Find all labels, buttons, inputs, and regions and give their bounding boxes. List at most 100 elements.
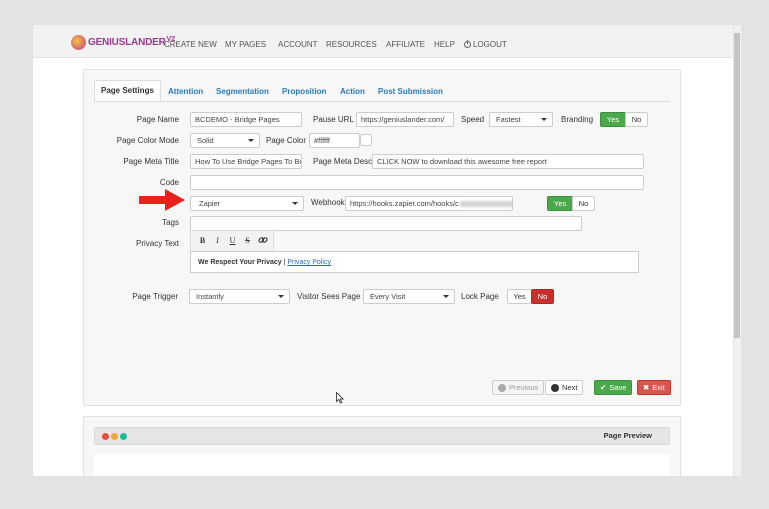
visitor-sees-page-select[interactable]: Every Visit bbox=[363, 289, 455, 304]
webhook-label: Webhook bbox=[311, 198, 345, 207]
speed-label: Speed bbox=[461, 115, 485, 124]
nav-account[interactable]: ACCOUNT bbox=[278, 40, 318, 49]
page-meta-title-label: Page Meta Title bbox=[123, 157, 179, 166]
check-icon: ✔ bbox=[600, 383, 607, 392]
yellow-dot-icon bbox=[111, 433, 118, 440]
link-icon bbox=[257, 237, 268, 243]
editor-toolbar: B I U S bbox=[190, 230, 274, 251]
page-name-label: Page Name bbox=[136, 115, 179, 124]
tab-action[interactable]: Action bbox=[340, 83, 365, 101]
chevron-down-icon bbox=[292, 202, 298, 205]
nav-affiliate[interactable]: AFFILIATE bbox=[386, 40, 425, 49]
mouse-cursor-icon bbox=[336, 392, 344, 404]
chevron-down-icon bbox=[278, 295, 284, 298]
lock-page-label: Lock Page bbox=[461, 292, 499, 301]
tab-segmentation[interactable]: Segmentation bbox=[216, 83, 269, 101]
page-preview-panel: Page Preview bbox=[83, 416, 681, 476]
previous-button[interactable]: Previous bbox=[492, 380, 545, 395]
color-swatch[interactable] bbox=[360, 134, 372, 146]
code-input[interactable] bbox=[190, 175, 644, 190]
page-color-mode-value: Solid bbox=[197, 136, 214, 145]
lock-page-yes-button[interactable]: Yes bbox=[507, 289, 532, 304]
tab-attention[interactable]: Attention bbox=[168, 83, 203, 101]
webhook-yes-button[interactable]: Yes bbox=[547, 196, 573, 211]
link-button[interactable] bbox=[256, 235, 269, 247]
speed-select[interactable]: Fastest bbox=[489, 112, 553, 127]
nav-logout[interactable]: LOGOUT bbox=[464, 40, 507, 49]
preview-body bbox=[94, 454, 670, 476]
pause-url-input[interactable]: https://geniuslander.com/ bbox=[356, 112, 454, 127]
page-name-input[interactable]: BCDEMO - Bridge Pages bbox=[190, 112, 302, 127]
webhook-input[interactable]: https://hooks.zapier.com/hooks/c bbox=[345, 196, 513, 211]
save-button[interactable]: ✔ Save bbox=[594, 380, 633, 395]
red-dot-icon bbox=[102, 433, 109, 440]
code-label: Code bbox=[159, 178, 179, 187]
pause-url-label: Pause URL bbox=[313, 115, 354, 124]
red-arrow-annotation bbox=[139, 189, 185, 211]
logo-text: GENIUSLANDER bbox=[88, 36, 166, 48]
chevron-down-icon bbox=[541, 118, 547, 121]
logo[interactable]: GENIUSLANDER V2 bbox=[71, 33, 175, 51]
tab-proposition[interactable]: Proposition bbox=[282, 83, 326, 101]
italic-button[interactable]: I bbox=[211, 235, 224, 247]
top-navbar: GENIUSLANDER V2 CREATE NEW MY PAGES ACCO… bbox=[33, 25, 733, 58]
visitor-sees-page-label: Visitor Sees Page bbox=[297, 292, 361, 301]
chevron-down-icon bbox=[443, 295, 449, 298]
visitor-sees-page-value: Every Visit bbox=[370, 292, 406, 301]
logout-label: LOGOUT bbox=[473, 40, 507, 49]
page-color-input[interactable]: #ffffff bbox=[309, 133, 360, 148]
webhook-no-button[interactable]: No bbox=[572, 196, 595, 211]
page-meta-desc-input[interactable]: CLICK NOW to download this awesome free … bbox=[372, 154, 644, 169]
tags-label: Tags bbox=[162, 218, 179, 227]
next-button[interactable]: Next bbox=[545, 380, 584, 395]
page-color-mode-label: Page Color Mode bbox=[116, 136, 179, 145]
page-color-mode-select[interactable]: Solid bbox=[190, 133, 260, 148]
webhook-value: https://hooks.zapier.com/hooks/c bbox=[350, 199, 459, 208]
tab-divider bbox=[94, 101, 670, 102]
branding-no-button[interactable]: No bbox=[625, 112, 648, 127]
privacy-text-label: Privacy Text bbox=[136, 239, 179, 248]
preview-title: Page Preview bbox=[603, 431, 652, 440]
app-window: GENIUSLANDER V2 CREATE NEW MY PAGES ACCO… bbox=[33, 25, 741, 476]
arrow-right-icon bbox=[551, 383, 559, 392]
integration-select[interactable]: Zapier bbox=[190, 196, 304, 211]
tab-post-submission[interactable]: Post Submission bbox=[378, 83, 443, 101]
exit-button[interactable]: ✖ Exit bbox=[637, 380, 671, 395]
page-trigger-value: Instantly bbox=[196, 292, 224, 301]
page-trigger-select[interactable]: Instantly bbox=[189, 289, 290, 304]
settings-panel: Page Settings Attention Segmentation Pro… bbox=[83, 69, 681, 406]
page-meta-title-input[interactable]: How To Use Bridge Pages To Bc bbox=[190, 154, 302, 169]
lock-page-no-button[interactable]: No bbox=[531, 289, 554, 304]
power-icon bbox=[464, 40, 471, 48]
chevron-down-icon bbox=[248, 139, 254, 142]
privacy-text-bold: We Respect Your Privacy bbox=[198, 259, 282, 266]
branding-yes-button[interactable]: Yes bbox=[600, 112, 626, 127]
nav-help[interactable]: HELP bbox=[434, 40, 455, 49]
branding-label: Branding bbox=[561, 115, 594, 124]
previous-label: Previous bbox=[509, 383, 539, 392]
tags-input[interactable] bbox=[190, 216, 582, 231]
privacy-text-editor[interactable]: We Respect Your Privacy | Privacy Policy bbox=[190, 251, 639, 273]
green-dot-icon bbox=[120, 433, 127, 440]
speed-value: Fastest bbox=[496, 115, 521, 124]
lightbulb-brain-icon bbox=[71, 34, 86, 50]
scrollbar[interactable] bbox=[733, 25, 741, 476]
arrow-left-icon bbox=[498, 383, 506, 392]
exit-label: Exit bbox=[652, 383, 665, 392]
privacy-policy-link[interactable]: Privacy Policy bbox=[287, 259, 331, 266]
nav-create-new[interactable]: CREATE NEW bbox=[164, 40, 217, 49]
nav-my-pages[interactable]: MY PAGES bbox=[225, 40, 266, 49]
page-trigger-label: Page Trigger bbox=[132, 292, 178, 301]
strikethrough-button[interactable]: S bbox=[241, 235, 254, 247]
integration-value: Zapier bbox=[199, 199, 221, 208]
next-label: Next bbox=[562, 383, 578, 392]
nav-resources[interactable]: RESOURCES bbox=[326, 40, 377, 49]
tab-page-settings[interactable]: Page Settings bbox=[94, 80, 161, 102]
underline-button[interactable]: U bbox=[226, 235, 239, 247]
page-color-label: Page Color bbox=[266, 136, 307, 145]
blurred-text bbox=[459, 201, 512, 208]
preview-header: Page Preview bbox=[94, 427, 670, 445]
bold-button[interactable]: B bbox=[196, 235, 209, 247]
scrollbar-thumb[interactable] bbox=[734, 33, 740, 338]
save-label: Save bbox=[609, 383, 627, 392]
